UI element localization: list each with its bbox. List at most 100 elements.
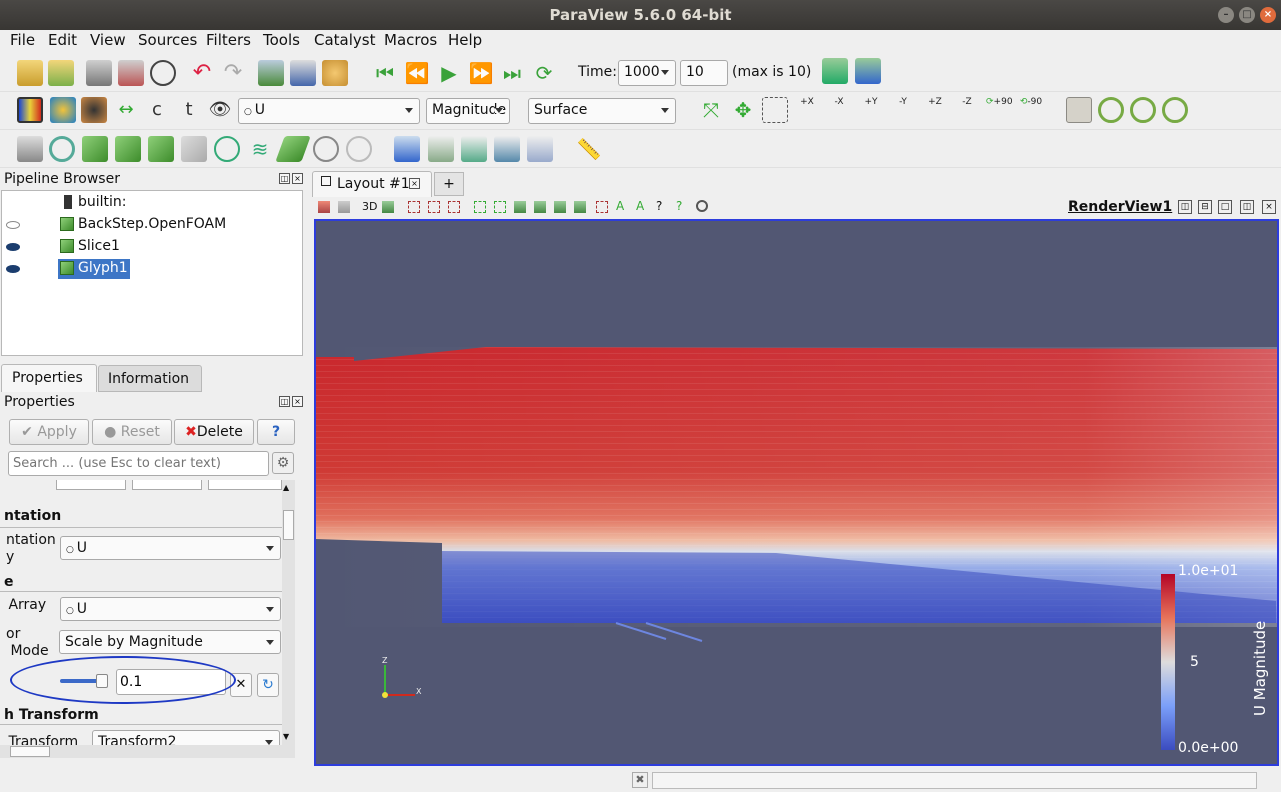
layout-tab-close-icon[interactable]: × — [409, 178, 420, 189]
camera-undo-icon[interactable] — [338, 201, 350, 213]
stream-tracer-icon[interactable]: ≋ — [247, 136, 273, 162]
palette-icon[interactable] — [322, 60, 348, 86]
properties-search-input[interactable] — [8, 451, 269, 476]
maximize-view-icon[interactable]: □ — [1218, 200, 1232, 214]
menu-help[interactable]: Help — [448, 31, 482, 49]
last-frame-icon[interactable]: ⏭ — [499, 60, 525, 86]
connect-icon[interactable] — [86, 60, 112, 86]
zoom-to-data-icon[interactable]: ✥ — [730, 97, 756, 123]
menu-edit[interactable]: Edit — [48, 31, 77, 49]
interactive-select-icon[interactable] — [514, 201, 526, 213]
time-select[interactable]: 1000 — [618, 60, 676, 86]
split-horizontal-icon[interactable]: ◫ — [1178, 200, 1192, 214]
split-vertical-icon[interactable]: ⊟ — [1198, 200, 1212, 214]
first-frame-icon[interactable]: ⏮ — [372, 60, 398, 86]
view-plus-z-icon[interactable]: +Z — [922, 97, 948, 123]
plot-data-icon[interactable] — [494, 136, 520, 162]
pipeline-float-icon[interactable]: ◫ — [279, 173, 290, 184]
view-plus-y-icon[interactable]: +Y — [858, 97, 884, 123]
rescale-t-icon[interactable]: t — [176, 97, 202, 123]
select-polygon-icon[interactable] — [494, 201, 506, 213]
hover-query-icon[interactable]: ? — [656, 199, 662, 213]
properties-hscrollbar[interactable] — [0, 745, 295, 758]
color-array-select[interactable]: ○ U — [238, 98, 420, 124]
tab-information[interactable]: Information — [98, 365, 202, 392]
toggle-3d-button[interactable]: 3D — [362, 200, 377, 213]
hscrollbar-thumb[interactable] — [10, 746, 50, 757]
label-icon[interactable]: A — [616, 199, 624, 213]
scroll-down-icon[interactable]: ▼ — [283, 732, 289, 741]
reset-camera-icon[interactable]: ⤧ — [698, 97, 724, 123]
component-select[interactable]: Magnitude — [426, 98, 510, 124]
rotate-plus-90-icon[interactable]: ⟳+90 — [986, 97, 1013, 123]
warp-icon[interactable] — [275, 136, 311, 162]
pipeline-browser[interactable]: builtin: BackStep.OpenFOAM Slice1 Glyph1 — [1, 190, 303, 356]
point-label-icon[interactable]: A — [636, 199, 644, 213]
visibility-on-icon[interactable] — [6, 265, 20, 273]
temporal-icon[interactable] — [527, 136, 553, 162]
toggle-colorbar-icon[interactable]: 👁 — [207, 97, 233, 123]
scroll-up-icon[interactable]: ▲ — [283, 483, 289, 492]
clip-icon[interactable] — [82, 136, 108, 162]
properties-float-icon[interactable]: ◫ — [279, 396, 290, 407]
orientation-array-select[interactable]: ○ U — [60, 536, 281, 560]
shrink-selection-icon[interactable] — [574, 201, 586, 213]
rescale-visible-icon[interactable]: ↔ — [113, 97, 139, 123]
advanced-settings-gear-icon[interactable]: ⚙ — [272, 452, 294, 474]
plot-selection-icon[interactable] — [428, 136, 454, 162]
color-map-editor-icon[interactable] — [17, 97, 43, 123]
menu-tools[interactable]: Tools — [263, 31, 300, 49]
select-cells-icon[interactable] — [408, 201, 420, 213]
undock-view-icon[interactable]: ◫ — [1240, 200, 1254, 214]
help-button[interactable]: ? — [257, 419, 295, 445]
vector-scale-mode-select[interactable]: Scale by Magnitude — [59, 630, 281, 654]
select-surface-icon[interactable] — [474, 201, 486, 213]
disconnect-icon[interactable] — [118, 60, 144, 86]
plot-over-line-icon[interactable] — [461, 136, 487, 162]
representation-select[interactable]: Surface — [528, 98, 676, 124]
view-minus-y-icon[interactable]: -Y — [890, 97, 916, 123]
view-plus-x-icon[interactable]: +X — [794, 97, 820, 123]
camera-link-icon[interactable] — [382, 201, 394, 213]
menu-filters[interactable]: Filters — [206, 31, 251, 49]
find-data-icon[interactable] — [290, 60, 316, 86]
extract-level-icon[interactable] — [346, 136, 372, 162]
rescale-custom-icon[interactable] — [81, 97, 107, 123]
add-layout-tab-button[interactable]: + — [434, 172, 464, 196]
minimize-icon[interactable]: – — [1218, 7, 1234, 23]
glyph-icon[interactable] — [214, 136, 240, 162]
clear-selection-icon[interactable] — [596, 201, 608, 213]
progress-abort-icon[interactable]: ✖ — [632, 772, 648, 788]
menu-file[interactable]: File — [10, 31, 35, 49]
pipeline-item-builtin[interactable]: builtin: — [78, 194, 127, 210]
close-view-icon[interactable]: × — [1262, 200, 1276, 214]
tab-layout-1[interactable]: Layout #1 × — [312, 171, 432, 197]
rotate-minus-90-icon[interactable]: ⟲-90 — [1018, 97, 1044, 123]
visibility-on-icon[interactable] — [6, 243, 20, 251]
python-shell-icon[interactable] — [822, 58, 848, 84]
loop-icon[interactable]: ⟳ — [531, 60, 557, 86]
apply-button[interactable]: ✔ Apply — [9, 419, 89, 445]
extract-subset-icon[interactable] — [181, 136, 207, 162]
select-frustum-icon[interactable] — [448, 201, 460, 213]
threshold-icon[interactable] — [148, 136, 174, 162]
menu-view[interactable]: View — [90, 31, 126, 49]
extract-selection-icon[interactable] — [394, 136, 420, 162]
slice-icon[interactable] — [115, 136, 141, 162]
pipeline-item-backstep[interactable]: BackStep.OpenFOAM — [78, 216, 226, 232]
rescale-c-icon[interactable]: c — [144, 97, 170, 123]
cell-label-icon[interactable]: ? — [676, 199, 682, 213]
menu-catalyst[interactable]: Catalyst — [314, 31, 375, 49]
timestep-spinbox[interactable]: 10 — [680, 60, 728, 86]
ruler-icon[interactable]: 📏 — [576, 136, 602, 162]
reset-center-icon[interactable] — [1130, 97, 1156, 123]
visibility-off-icon[interactable] — [6, 221, 20, 229]
maximize-icon[interactable]: □ — [1239, 7, 1255, 23]
redo-icon[interactable]: ↷ — [220, 60, 246, 86]
add-macro-icon[interactable] — [855, 58, 881, 84]
calculator-icon[interactable] — [17, 136, 43, 162]
rescale-range-icon[interactable] — [50, 97, 76, 123]
view-minus-z-icon[interactable]: -Z — [954, 97, 980, 123]
next-frame-icon[interactable]: ⏩ — [468, 60, 494, 86]
close-icon[interactable]: × — [1260, 7, 1276, 23]
